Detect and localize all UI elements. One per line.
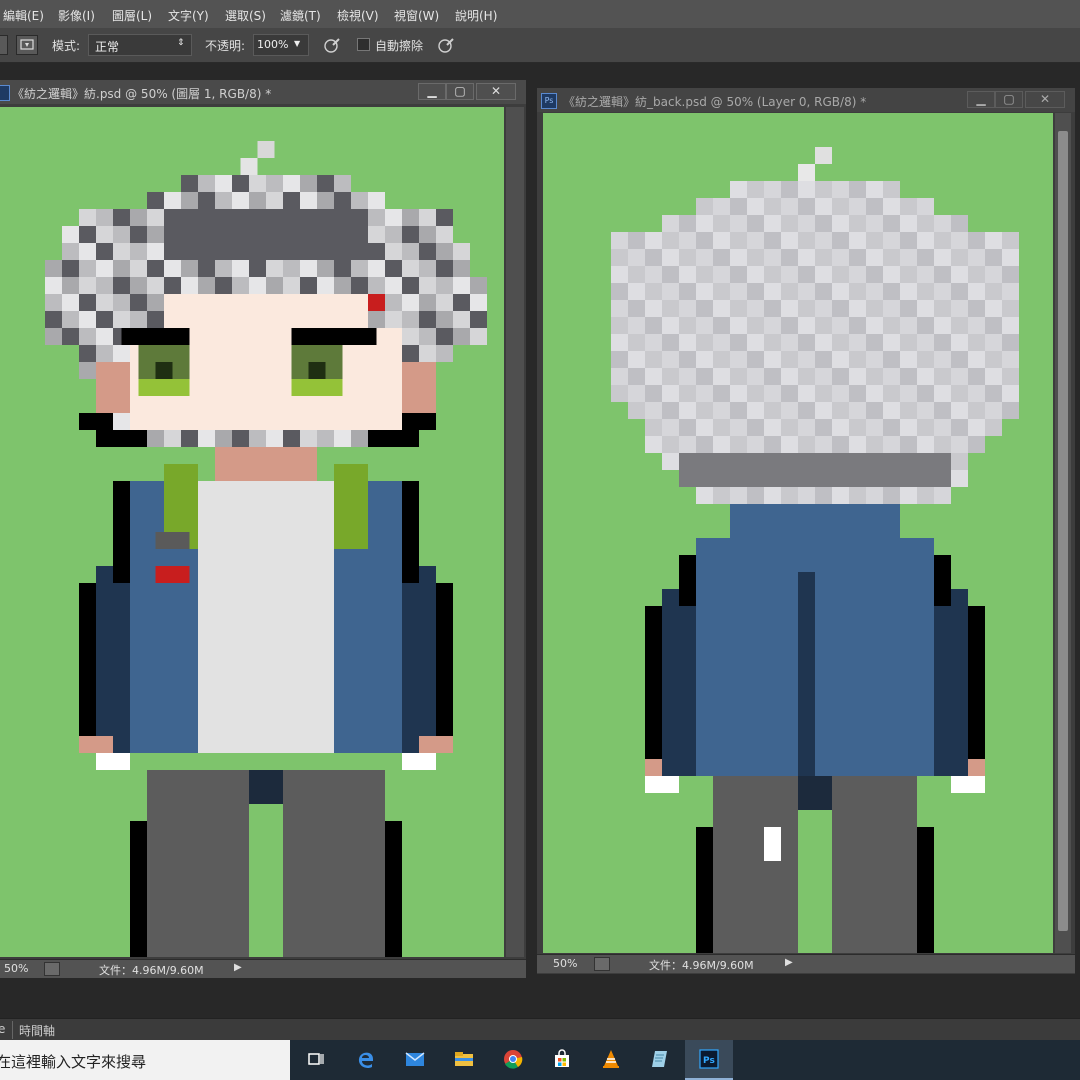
- vertical-scrollbar[interactable]: [1055, 113, 1071, 953]
- options-bar: 模式: 正常 ⇕ 不透明: 100% ▼ 自動擦除: [0, 28, 1080, 63]
- menu-edit[interactable]: 編輯(E): [3, 7, 44, 24]
- menu-window[interactable]: 視窗(W): [394, 7, 439, 24]
- opacity-field[interactable]: 100% ▼: [253, 34, 309, 56]
- pen-pressure-icon[interactable]: [436, 36, 456, 54]
- status-info-icon[interactable]: [594, 957, 610, 971]
- scrollbar-thumb[interactable]: [1058, 131, 1068, 931]
- pixel-sprite-back: [611, 147, 1019, 953]
- document-title-bar[interactable]: Ps 《紡之邏輯》紡_back.psd @ 50% (Layer 0, RGB/…: [537, 88, 1075, 112]
- mode-value: 正常: [95, 40, 120, 54]
- chevron-down-icon[interactable]: ▼: [294, 39, 300, 48]
- chrome-icon[interactable]: [489, 1040, 537, 1080]
- menu-select[interactable]: 選取(S): [225, 7, 266, 24]
- minimize-button[interactable]: ▁: [967, 91, 995, 108]
- photoshop-icon[interactable]: Ps: [685, 1040, 733, 1080]
- notepad-icon[interactable]: [636, 1040, 684, 1080]
- maximize-button[interactable]: ▢: [446, 83, 474, 100]
- tab-timeline[interactable]: 時間軸: [19, 1022, 55, 1039]
- menu-layer[interactable]: 圖層(L): [112, 7, 152, 24]
- menu-image[interactable]: 影像(I): [58, 7, 95, 24]
- opacity-value: 100%: [257, 38, 289, 51]
- document-window-back: Ps 《紡之邏輯》紡_back.psd @ 50% (Layer 0, RGB/…: [537, 88, 1075, 974]
- tool-preset-picker[interactable]: [0, 35, 8, 55]
- auto-erase-label: 自動擦除: [375, 39, 424, 53]
- menu-type[interactable]: 文字(Y): [168, 7, 209, 24]
- mode-dropdown[interactable]: 正常 ⇕: [88, 34, 192, 56]
- windows-taskbar: 在這裡輸入文字來搜尋 Ps: [0, 1040, 1080, 1080]
- panel-tab-partial[interactable]: e: [0, 1022, 5, 1036]
- mail-icon[interactable]: [391, 1040, 439, 1080]
- airbrush-pressure-icon[interactable]: [322, 36, 342, 54]
- status-bar: 50% 文件：4.96M/9.60M ▶: [0, 959, 526, 978]
- document-window-front: 《紡之邏輯》紡.psd @ 50% (圖層 1, RGB/8) * ▁ ▢ ✕ …: [0, 80, 526, 978]
- vlc-icon[interactable]: [587, 1040, 635, 1080]
- menu-help[interactable]: 說明(H): [455, 7, 497, 24]
- document-title: 《紡之邏輯》紡.psd @ 50% (圖層 1, RGB/8) *: [12, 87, 272, 101]
- status-bar: 50% 文件：4.96M/9.60M ▶: [537, 954, 1075, 973]
- menu-view[interactable]: 檢視(V): [337, 7, 379, 24]
- zoom-level[interactable]: 50%: [4, 962, 28, 975]
- pixel-sprite-front: [45, 141, 487, 957]
- maximize-button[interactable]: ▢: [995, 91, 1023, 108]
- edge-icon[interactable]: [342, 1040, 390, 1080]
- photoshop-icon: Ps: [541, 93, 557, 109]
- brush-preset-icon[interactable]: [16, 35, 38, 55]
- vertical-scrollbar[interactable]: [506, 107, 524, 957]
- auto-erase-checkbox[interactable]: [357, 38, 370, 51]
- file-info: 文件：4.96M/9.60M: [99, 964, 204, 977]
- close-button[interactable]: ✕: [476, 83, 516, 100]
- status-menu-arrow-icon[interactable]: ▶: [785, 957, 793, 968]
- zoom-level[interactable]: 50%: [553, 957, 577, 970]
- taskbar-search-box[interactable]: 在這裡輸入文字來搜尋: [0, 1040, 290, 1080]
- close-button[interactable]: ✕: [1025, 91, 1065, 108]
- search-placeholder: 在這裡輸入文字來搜尋: [0, 1053, 147, 1071]
- tab-divider: [12, 1021, 13, 1039]
- menu-filter[interactable]: 濾鏡(T): [280, 7, 321, 24]
- file-info: 文件：4.96M/9.60M: [649, 959, 754, 972]
- dropdown-arrows-icon: ⇕: [177, 38, 185, 48]
- status-menu-arrow-icon[interactable]: ▶: [234, 962, 242, 973]
- menu-bar: 編輯(E) 影像(I) 圖層(L) 文字(Y) 選取(S) 濾鏡(T) 檢視(V…: [0, 0, 1080, 28]
- svg-text:Ps: Ps: [703, 1056, 715, 1066]
- document-title-bar[interactable]: 《紡之邏輯》紡.psd @ 50% (圖層 1, RGB/8) * ▁ ▢ ✕: [0, 80, 526, 104]
- photoshop-icon: [0, 85, 10, 101]
- task-view-icon[interactable]: [292, 1040, 340, 1080]
- status-info-icon[interactable]: [44, 962, 60, 976]
- canvas-back[interactable]: [543, 113, 1053, 953]
- timeline-panel-tabs: e 時間軸: [0, 1018, 1080, 1041]
- document-title: 《紡之邏輯》紡_back.psd @ 50% (Layer 0, RGB/8) …: [563, 95, 867, 109]
- minimize-button[interactable]: ▁: [418, 83, 446, 100]
- canvas-front[interactable]: [0, 107, 504, 957]
- store-icon[interactable]: [538, 1040, 586, 1080]
- opacity-label: 不透明:: [205, 39, 246, 53]
- file-explorer-icon[interactable]: [440, 1040, 488, 1080]
- mode-label: 模式:: [52, 39, 81, 53]
